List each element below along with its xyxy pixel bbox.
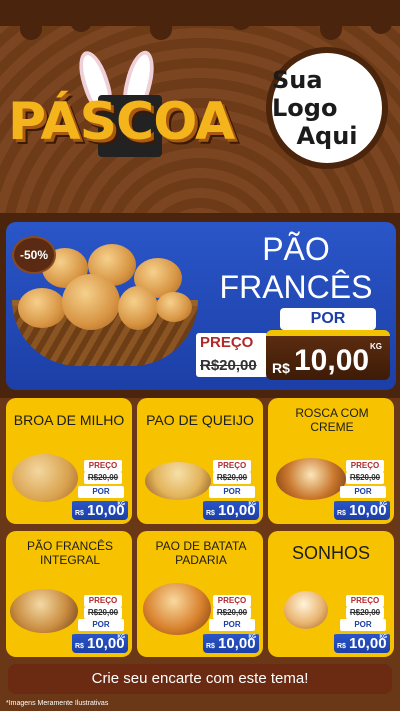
product-price-tag: R$ 10,00 KG — [203, 631, 259, 653]
product-old-price: R$20,00 — [84, 607, 122, 619]
product-price-tag: R$ 10,00 KG — [334, 498, 390, 520]
product-price-tag: R$ 10,00 KG — [203, 498, 259, 520]
product-price-tag: R$ 10,00 KG — [72, 498, 128, 520]
logo-placeholder[interactable]: Sua Logo Aqui — [266, 47, 388, 169]
product-unit: KG — [248, 634, 257, 640]
product-card[interactable]: PAO DE BATATA PADARIA PREÇO R$20,00 POR … — [137, 531, 263, 657]
page-title: PÁSCOA — [8, 92, 235, 152]
hero-price-tag: R$ 10,00 KG — [266, 330, 390, 380]
hero-title-line-1: PÃO — [262, 231, 330, 267]
product-unit: KG — [117, 634, 126, 640]
product-price-tag: R$ 10,00 KG — [72, 631, 128, 653]
logo-line-1: Sua Logo — [272, 66, 338, 122]
hero-old-price: R$20,00 — [200, 357, 257, 374]
product-currency: R$ — [75, 643, 84, 650]
hero-title: PÃO FRANCÊS — [200, 230, 392, 306]
product-por-label: POR — [209, 486, 255, 498]
hero-preco-label: PREÇO — [200, 334, 254, 351]
broa-image — [12, 454, 78, 502]
product-currency: R$ — [206, 643, 215, 650]
product-card[interactable]: SONHOS PREÇO R$20,00 POR R$ 10,00 KG — [268, 531, 394, 657]
product-por-label: POR — [340, 486, 386, 498]
logo-line-2: Aqui — [296, 122, 358, 150]
product-por-label: POR — [209, 619, 255, 631]
product-price-tag: R$ 10,00 KG — [334, 631, 390, 653]
product-preco-label: PREÇO — [346, 595, 384, 607]
rosca-image — [276, 458, 346, 500]
hero-unit: KG — [370, 342, 382, 351]
product-preco-label: PREÇO — [84, 595, 122, 607]
product-name: PÃO FRANCÊS INTEGRAL — [26, 539, 113, 567]
product-unit: KG — [379, 501, 388, 507]
product-card[interactable]: BROA DE MILHO PREÇO R$20,00 POR R$ 10,00… — [6, 398, 132, 524]
pao-de-batata-image — [143, 583, 211, 635]
product-card[interactable]: PAO DE QUEIJO PREÇO R$20,00 POR R$ 10,00… — [137, 398, 263, 524]
product-old-price: R$20,00 — [213, 472, 251, 484]
product-old-price: R$20,00 — [346, 472, 384, 484]
product-name: SONHOS — [291, 543, 370, 563]
product-currency: R$ — [206, 510, 215, 517]
cta-banner[interactable]: Crie seu encarte com este tema! — [8, 664, 392, 694]
hero-new-price: 10,00 — [294, 344, 370, 377]
hero-por-label: POR — [280, 308, 376, 330]
product-preco-label: PREÇO — [84, 460, 122, 472]
discount-badge: -50% — [12, 236, 56, 274]
product-por-label: POR — [78, 486, 124, 498]
product-name: PAO DE BATATA PADARIA — [155, 539, 247, 567]
bread-roll — [156, 292, 192, 322]
disclaimer-text: *Imagens Meramente Ilustrativas — [6, 700, 109, 707]
header-banner: PÁSCOA Sua Logo Aqui — [0, 0, 400, 215]
product-card[interactable]: ROSCA COM CREME PREÇO R$20,00 POR R$ 10,… — [268, 398, 394, 524]
product-name: PAO DE QUEIJO — [146, 412, 254, 428]
product-preco-label: PREÇO — [213, 460, 251, 472]
flyer-page: PÁSCOA Sua Logo Aqui -50% PÃO FRANCÊS PO… — [0, 0, 400, 711]
bread-roll — [118, 286, 158, 330]
product-name: ROSCA COM CREME — [295, 406, 369, 434]
product-preco-label: PREÇO — [213, 595, 251, 607]
product-unit: KG — [248, 501, 257, 507]
pao-integral-image — [10, 589, 78, 633]
product-old-price: R$20,00 — [346, 607, 384, 619]
product-currency: R$ — [337, 643, 346, 650]
product-currency: R$ — [75, 510, 84, 517]
sonho-image — [284, 591, 328, 629]
pao-de-queijo-image — [145, 462, 211, 500]
product-old-price: R$20,00 — [84, 472, 122, 484]
product-card[interactable]: PÃO FRANCÊS INTEGRAL PREÇO R$20,00 POR R… — [6, 531, 132, 657]
chocolate-drip — [0, 0, 400, 40]
product-name: BROA DE MILHO — [13, 412, 125, 428]
product-preco-label: PREÇO — [346, 460, 384, 472]
product-unit: KG — [379, 634, 388, 640]
product-currency: R$ — [337, 510, 346, 517]
hero-currency: R$ — [272, 360, 290, 376]
product-old-price: R$20,00 — [213, 607, 251, 619]
bread-roll — [18, 288, 66, 328]
hero-title-line-2: FRANCÊS — [219, 269, 373, 305]
bread-roll — [62, 274, 120, 330]
product-por-label: POR — [78, 619, 124, 631]
product-por-label: POR — [340, 619, 386, 631]
product-unit: KG — [117, 501, 126, 507]
